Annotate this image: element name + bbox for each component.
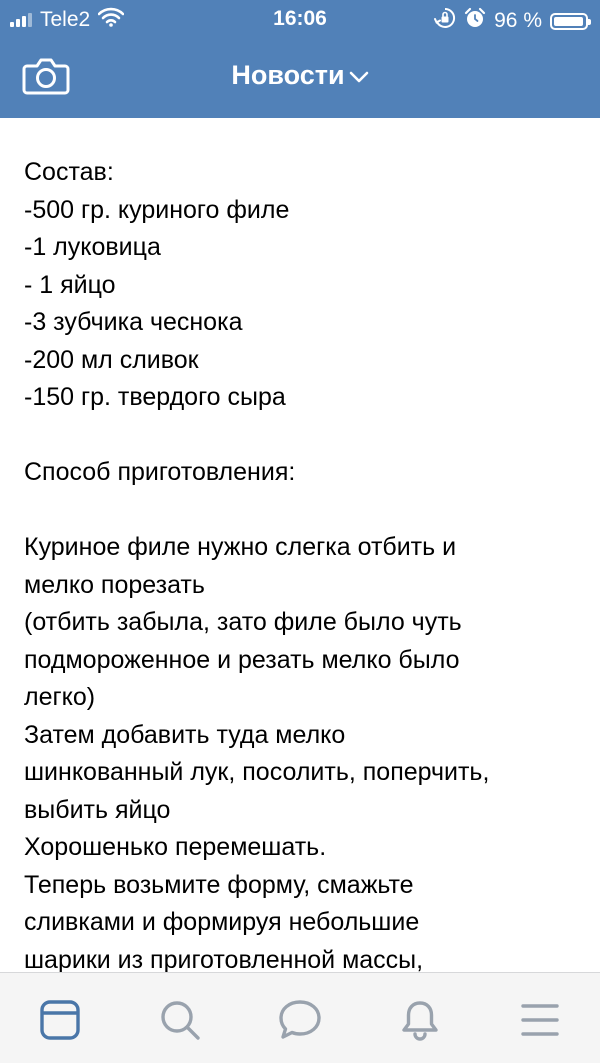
post-line: шинкованный лук, посолить, поперчить,: [24, 758, 490, 786]
post-line: Состав:: [24, 158, 114, 186]
post-line: подмороженное и резать мелко было: [24, 645, 460, 674]
post-text: Состав: -500 гр. куриного филе -1 луковица…: [0, 118, 600, 972]
alarm-icon: [464, 7, 486, 35]
post-line: Куриное филе нужно слегка отбить и: [24, 533, 457, 561]
page-title: Новости: [231, 60, 345, 90]
search-icon: [161, 1001, 200, 1040]
message-bubble-icon: [279, 1000, 321, 1039]
tab-news[interactable]: [35, 995, 85, 1045]
post-line: мелко порезать: [24, 570, 205, 599]
post-line: -200 мл сливок: [24, 345, 199, 374]
status-bar: Tele2 16:06 96 %: [0, 0, 600, 40]
menu-icon: [521, 1004, 559, 1036]
post-line: шарики из приготовленной массы,: [24, 945, 424, 973]
chevron-down-icon: [349, 71, 368, 83]
post-line: Теперь возьмите форму, смажьте: [24, 870, 414, 899]
nav-bar: Новости: [0, 40, 600, 118]
news-feed-icon: [40, 1000, 80, 1040]
post-line: легко): [24, 683, 96, 711]
tab-menu[interactable]: [515, 995, 565, 1045]
tab-notifications[interactable]: [395, 995, 445, 1045]
battery-level: [554, 16, 583, 26]
rotation-lock-icon: [434, 7, 456, 35]
tab-search[interactable]: [155, 995, 205, 1045]
tab-messages[interactable]: [275, 995, 325, 1045]
post-line: -150 гр. твердого сыра: [24, 383, 286, 411]
post-line: -500 гр. куриного филе: [24, 195, 290, 224]
screen: Tele2 16:06 96 % Новости Состав: -500 гр…: [0, 0, 600, 1063]
post-content: Состав: -500 гр. куриного филе -1 луковица…: [0, 118, 600, 972]
post-line: -3 зубчика чеснока: [24, 308, 243, 336]
battery-percent: 96 %: [494, 9, 542, 32]
header: Tele2 16:06 96 % Новости: [0, 0, 600, 118]
post-line: выбить яйцо: [24, 795, 171, 824]
post-line: Затем добавить туда мелко: [24, 720, 346, 749]
post-line: (отбить забыла, зато филе было чуть: [24, 608, 462, 636]
post-line: сливками и формируя небольшие: [24, 908, 420, 936]
post-line: - 1 яйцо: [24, 270, 116, 299]
news-title-dropdown[interactable]: Новости: [0, 60, 600, 91]
post-line: Способ приготовления:: [24, 458, 296, 486]
bell-icon: [402, 1001, 438, 1041]
tab-bar: [0, 972, 600, 1063]
post-line: -1 луковица: [24, 233, 161, 261]
battery-icon: [550, 12, 591, 30]
post-line: Хорошенько перемешать.: [24, 833, 327, 861]
status-bar-right: 96 %: [434, 7, 591, 35]
